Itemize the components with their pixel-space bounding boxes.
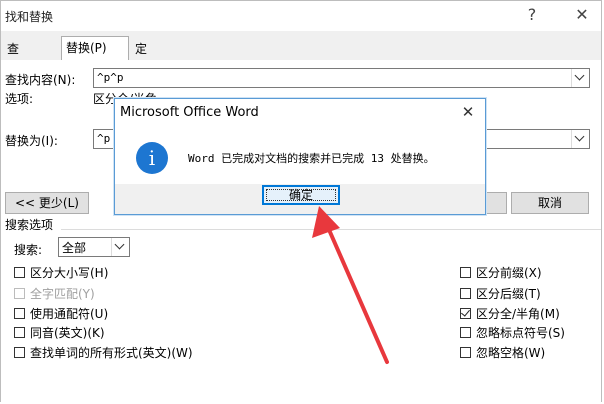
arrow-shaft — [328, 230, 389, 364]
arrow-head — [312, 206, 340, 238]
annotation-arrow — [312, 206, 389, 364]
